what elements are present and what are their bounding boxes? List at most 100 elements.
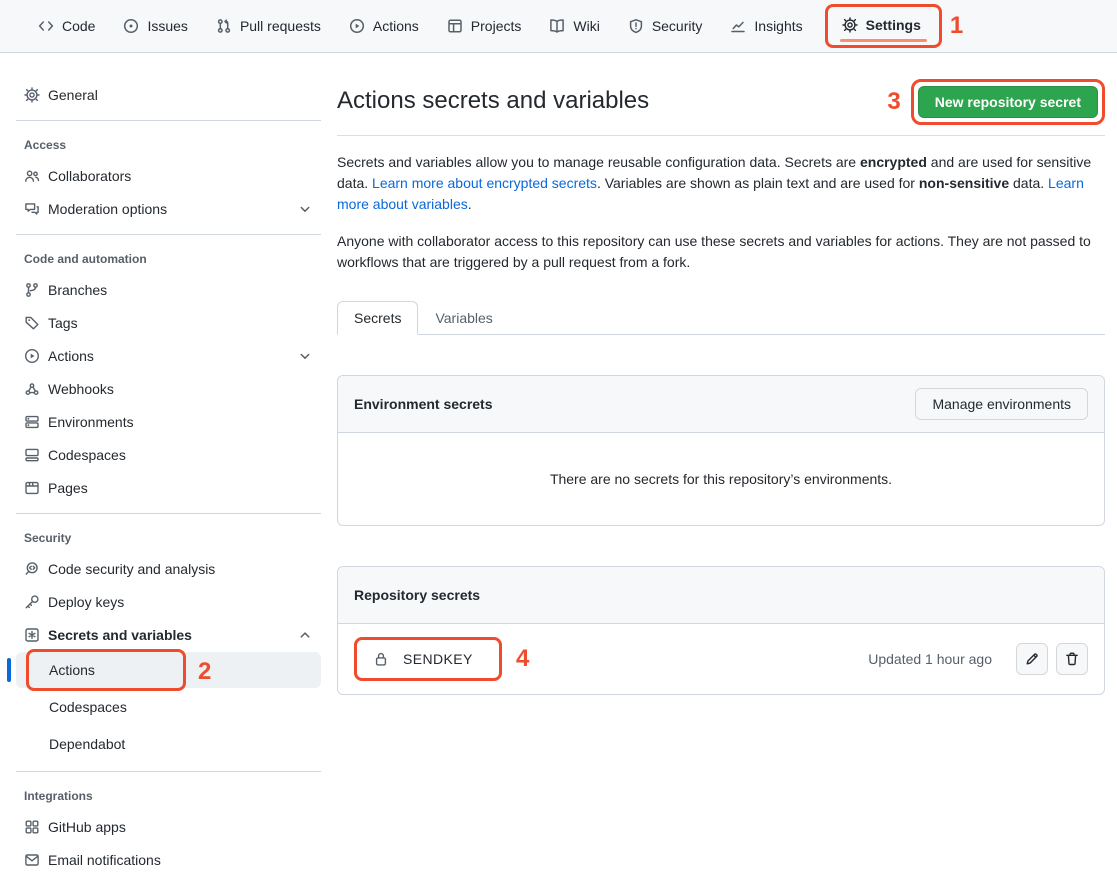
pencil-icon (1024, 651, 1040, 667)
nav-tab-code[interactable]: Code (30, 12, 103, 40)
tag-icon (24, 315, 40, 331)
codescan-icon (24, 561, 40, 577)
nav-tab-settings[interactable]: Settings (834, 11, 929, 35)
gear-icon (24, 87, 40, 103)
sidebar-item-label: Deploy keys (48, 594, 313, 610)
intro-text-segment: data. (1009, 175, 1048, 191)
nav-tab-security[interactable]: Security (620, 12, 711, 40)
edit-secret-button[interactable] (1016, 643, 1048, 675)
chevron-up-icon (297, 627, 313, 643)
key-asterisk-icon (24, 627, 40, 643)
people-icon (24, 168, 40, 184)
learn-more-encrypted-secrets-link[interactable]: Learn more about encrypted secrets (372, 175, 597, 191)
sidebar-subitem-label: Actions (49, 662, 95, 678)
repository-secrets-header: Repository secrets (338, 567, 1104, 624)
new-repository-secret-button[interactable]: New repository secret (918, 86, 1098, 118)
main-content: Actions secrets and variables 3 New repo… (321, 53, 1117, 877)
nav-tab-label: Projects (471, 18, 522, 34)
manage-environments-button[interactable]: Manage environments (915, 388, 1088, 420)
sidebar-item-environments[interactable]: Environments (16, 406, 321, 438)
repo-nav: Code Issues Pull requests Actions Projec… (0, 0, 1117, 53)
sidebar-item-label: Pages (48, 480, 313, 496)
play-icon (24, 348, 40, 364)
sidebar-item-label: Secrets and variables (48, 627, 289, 643)
sidebar-subitem-label: Codespaces (49, 699, 127, 715)
lock-icon (373, 651, 389, 667)
sidebar-item-codespaces[interactable]: Codespaces (16, 439, 321, 471)
trash-icon (1064, 651, 1080, 667)
gear-icon (842, 17, 858, 33)
intro-paragraph-1: Secrets and variables allow you to manag… (337, 152, 1105, 215)
sidebar-item-github-apps[interactable]: GitHub apps (16, 811, 321, 843)
nav-tab-label: Issues (147, 18, 187, 34)
nav-tab-wiki[interactable]: Wiki (541, 12, 607, 40)
play-icon (349, 18, 365, 34)
annotation-box-settings: Settings (825, 4, 942, 48)
active-tab-underline (840, 39, 927, 42)
mail-icon (24, 852, 40, 868)
intro-text: Secrets and variables allow you to manag… (337, 152, 1105, 273)
secret-name: SENDKEY (403, 651, 473, 667)
sidebar-item-collaborators[interactable]: Collaborators (16, 160, 321, 192)
sidebar-item-label: Tags (48, 315, 313, 331)
annotation-number-2: 2 (198, 660, 211, 684)
sidebar-item-pages[interactable]: Pages (16, 472, 321, 504)
server-icon (24, 414, 40, 430)
sidebar-item-code-security[interactable]: Code security and analysis (16, 553, 321, 585)
tab-variables[interactable]: Variables (418, 301, 509, 335)
sidebar-item-deploy-keys[interactable]: Deploy keys (16, 586, 321, 618)
repository-secrets-title: Repository secrets (354, 587, 480, 603)
browser-icon (24, 480, 40, 496)
sidebar-section-code-automation: Code and automation (16, 244, 321, 274)
sidebar-item-label: General (48, 87, 313, 103)
nav-tab-issues[interactable]: Issues (115, 12, 195, 40)
sidebar-item-webhooks[interactable]: Webhooks (16, 373, 321, 405)
nav-tab-pull-requests[interactable]: Pull requests (208, 12, 329, 40)
nav-tab-label: Pull requests (240, 18, 321, 34)
sidebar-item-label: GitHub apps (48, 819, 313, 835)
sidebar-item-general[interactable]: General (16, 79, 321, 111)
tab-secrets[interactable]: Secrets (337, 301, 418, 335)
annotation-number-1: 1 (950, 14, 963, 38)
chevron-down-icon (297, 348, 313, 364)
nav-tab-insights[interactable]: Insights (722, 12, 810, 40)
book-icon (549, 18, 565, 34)
sidebar-item-label: Codespaces (48, 447, 313, 463)
sidebar-item-actions[interactable]: Actions (16, 340, 321, 372)
sidebar-divider (16, 771, 321, 772)
annotation-box-sendkey: SENDKEY (354, 637, 502, 681)
nav-tab-label: Security (652, 18, 703, 34)
sidebar-item-email-notifications[interactable]: Email notifications (16, 844, 321, 876)
sidebar-item-label: Code security and analysis (48, 561, 313, 577)
sidebar-section-integrations: Integrations (16, 781, 321, 811)
nav-tab-label: Wiki (573, 18, 599, 34)
sidebar-item-label: Environments (48, 414, 313, 430)
git-branch-icon (24, 282, 40, 298)
sidebar-item-label: Moderation options (48, 201, 289, 217)
nav-tab-actions[interactable]: Actions (341, 12, 427, 40)
sidebar-item-tags[interactable]: Tags (16, 307, 321, 339)
intro-paragraph-2: Anyone with collaborator access to this … (337, 231, 1105, 273)
annotation-number-4: 4 (516, 647, 529, 671)
sidebar-item-moderation-options[interactable]: Moderation options (16, 193, 321, 225)
sidebar-item-branches[interactable]: Branches (16, 274, 321, 306)
chevron-down-icon (297, 201, 313, 217)
sidebar-subitem-dependabot[interactable]: Dependabot (16, 726, 321, 762)
secrets-variables-tabs: Secrets Variables (337, 301, 1105, 335)
sidebar-subitem-actions[interactable]: Actions 2 (16, 652, 321, 688)
intro-text-segment: . (468, 196, 472, 212)
environment-secrets-card: Environment secrets Manage environments … (337, 375, 1105, 526)
sidebar-item-secrets-variables[interactable]: Secrets and variables (16, 619, 321, 651)
nav-tab-label: Insights (754, 18, 802, 34)
nav-tab-projects[interactable]: Projects (439, 12, 530, 40)
nav-tab-label: Actions (373, 18, 419, 34)
sidebar-section-security: Security (16, 523, 321, 553)
git-pull-request-icon (216, 18, 232, 34)
sidebar-divider (16, 513, 321, 514)
delete-secret-button[interactable] (1056, 643, 1088, 675)
sidebar-divider (16, 120, 321, 121)
environment-secrets-title: Environment secrets (354, 396, 493, 412)
sidebar-subitem-codespaces[interactable]: Codespaces (16, 689, 321, 725)
secret-updated-timestamp: Updated 1 hour ago (868, 651, 992, 667)
repository-secrets-card: Repository secrets SENDKEY 4 Updated 1 h… (337, 566, 1105, 695)
